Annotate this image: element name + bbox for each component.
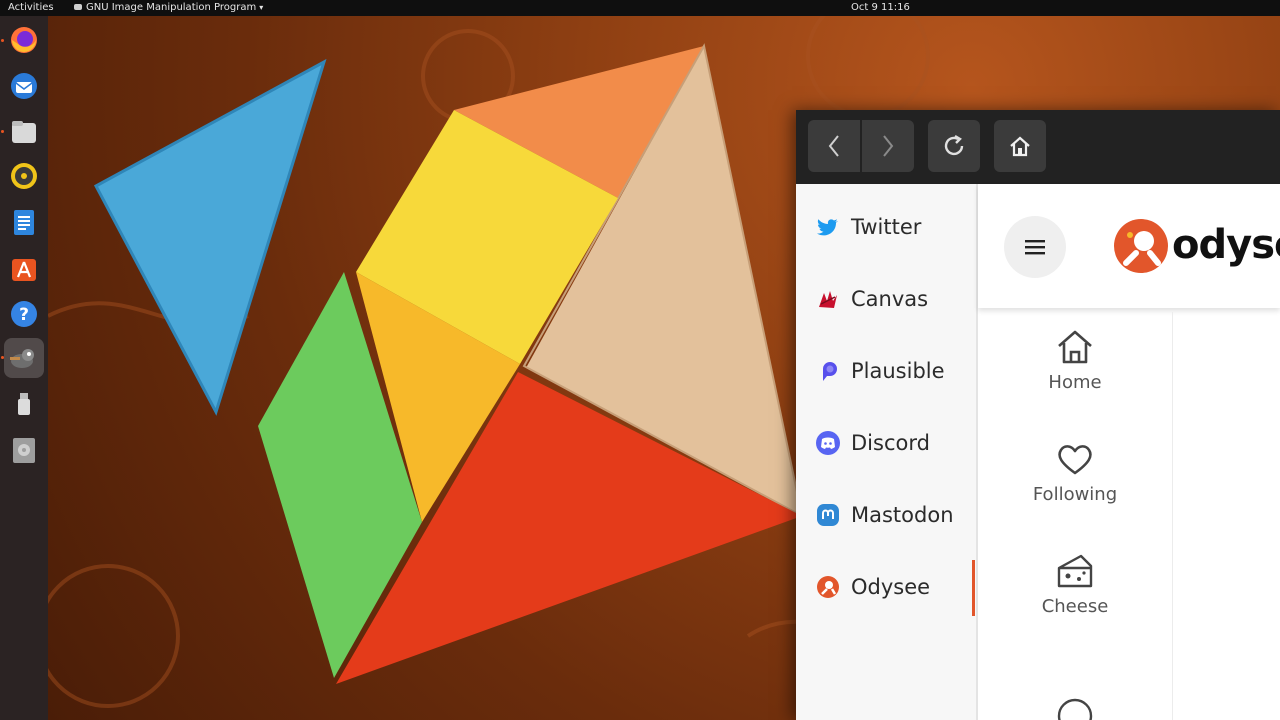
software-icon	[12, 259, 36, 281]
reload-icon	[944, 134, 964, 156]
nav-label: Cheese	[1041, 596, 1109, 617]
browser-window: Twitter Canvas Plausible Discord Mastodo…	[796, 110, 1280, 720]
clock[interactable]: Oct 9 11:16	[851, 2, 910, 14]
odysee-header: odysee	[978, 184, 1280, 308]
nav-label: Home	[1048, 372, 1102, 393]
odysee-page: odysee Home Following Cheese	[978, 184, 1280, 720]
forward-icon	[883, 135, 894, 157]
odysee-logo-icon[interactable]	[1112, 217, 1170, 275]
gimp-small-icon	[74, 4, 82, 10]
firefox-launcher[interactable]	[4, 20, 44, 60]
nav-following[interactable]: Following	[978, 440, 1172, 505]
dock: ?	[0, 16, 48, 720]
nav-more[interactable]	[978, 696, 1172, 720]
activities-button[interactable]: Activities	[8, 2, 54, 14]
nav-cheese[interactable]: Cheese	[978, 552, 1172, 617]
plausible-icon	[823, 362, 837, 381]
rhythmbox-icon	[11, 163, 37, 189]
odysee-icon	[817, 576, 839, 598]
files-launcher[interactable]	[4, 112, 44, 152]
nav-home[interactable]: Home	[978, 328, 1172, 393]
home-icon	[1058, 330, 1092, 364]
help-icon: ?	[11, 301, 37, 327]
gimp-launcher[interactable]	[4, 338, 44, 378]
gimp-icon	[10, 349, 34, 368]
odysee-wordmark[interactable]: odysee	[1172, 222, 1280, 268]
writer-icon	[14, 210, 34, 235]
home-icon	[1010, 136, 1030, 157]
sidebar-item-mastodon[interactable]: Mastodon	[816, 500, 954, 530]
sidebar-item-label: Twitter	[851, 215, 922, 239]
svg-text:?: ?	[19, 305, 29, 325]
discord-icon	[816, 431, 840, 455]
optical-drive-icon	[13, 438, 35, 463]
thunderbird-launcher[interactable]	[4, 66, 44, 106]
back-icon	[828, 135, 839, 157]
usb-drive-launcher[interactable]	[4, 384, 44, 424]
menu-button[interactable]	[1004, 216, 1066, 278]
software-launcher[interactable]	[4, 248, 44, 288]
reload-button[interactable]	[928, 120, 980, 172]
firefox-icon	[11, 27, 37, 53]
rhythmbox-launcher[interactable]	[4, 156, 44, 196]
usb-drive-icon	[18, 393, 30, 415]
forward-button[interactable]	[862, 120, 914, 172]
sidebar-item-twitter[interactable]: Twitter	[816, 212, 921, 242]
partial-nav-icon	[1057, 698, 1093, 720]
files-icon	[12, 121, 36, 143]
help-launcher[interactable]: ?	[4, 294, 44, 334]
site-sidebar: Twitter Canvas Plausible Discord Mastodo…	[796, 184, 978, 720]
sidebar-item-label: Discord	[851, 431, 930, 455]
sidebar-item-label: Plausible	[851, 359, 945, 383]
back-button[interactable]	[808, 120, 860, 172]
sidebar-item-label: Canvas	[851, 287, 929, 311]
caret-down-icon: ▾	[259, 3, 264, 12]
sidebar-item-plausible[interactable]: Plausible	[816, 356, 945, 386]
sidebar-item-label: Odysee	[851, 575, 931, 599]
optical-drive-launcher[interactable]	[4, 430, 44, 470]
app-menu-label: GNU Image Manipulation Program	[86, 2, 257, 13]
canvas-icon	[819, 291, 837, 308]
heart-icon	[1058, 445, 1092, 475]
twitter-icon	[817, 219, 838, 236]
nav-label: Following	[1032, 484, 1118, 505]
hamburger-icon	[1025, 240, 1045, 255]
sidebar-item-odysee[interactable]: Odysee	[816, 572, 930, 602]
home-button[interactable]	[994, 120, 1046, 172]
active-site-indicator	[972, 560, 975, 616]
writer-launcher[interactable]	[4, 202, 44, 242]
cheese-icon	[1057, 554, 1093, 588]
sidebar-item-discord[interactable]: Discord	[816, 428, 930, 458]
top-bar: Activities GNU Image Manipulation Progra…	[0, 0, 1280, 16]
mastodon-icon	[817, 504, 839, 526]
thunderbird-icon	[11, 73, 37, 99]
app-menu[interactable]: GNU Image Manipulation Program ▾	[74, 2, 263, 14]
sidebar-item-canvas[interactable]: Canvas	[816, 284, 928, 314]
sidebar-item-label: Mastodon	[851, 503, 954, 527]
browser-toolbar	[796, 110, 1280, 184]
odysee-nav: Home Following Cheese	[978, 312, 1173, 720]
